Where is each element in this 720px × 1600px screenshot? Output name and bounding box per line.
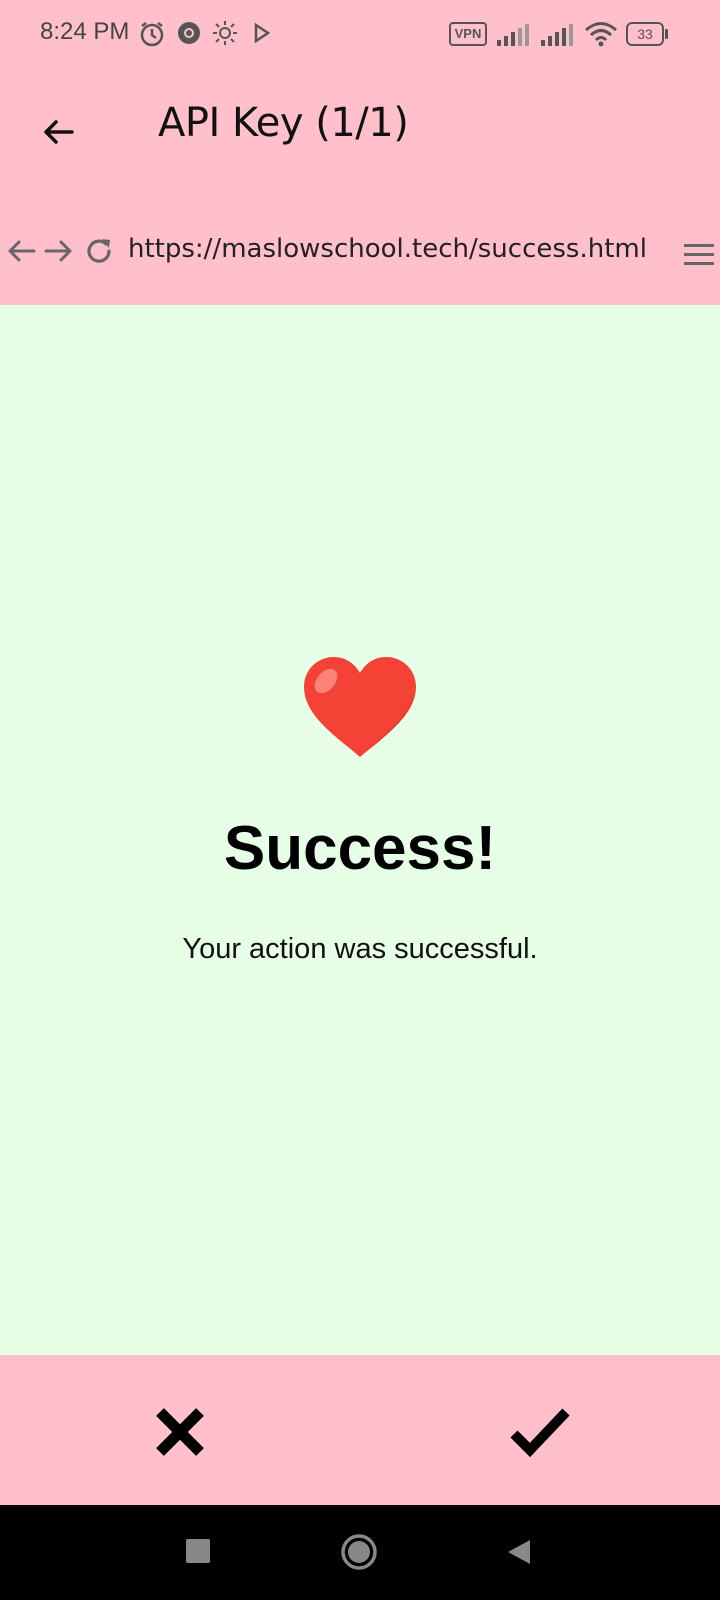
heart-icon: [304, 657, 416, 757]
close-icon[interactable]: [148, 1400, 212, 1464]
page-title: API Key (1/1): [158, 100, 409, 146]
brightness-icon: [213, 21, 237, 45]
vpn-label: VPN: [454, 26, 482, 41]
arrow-right-icon[interactable]: [42, 234, 76, 268]
url-field[interactable]: https://maslowschool.tech/success.html: [128, 234, 647, 264]
battery-level: 33: [637, 26, 653, 42]
wifi-icon: [585, 22, 617, 47]
success-heading: Success!: [223, 814, 497, 883]
arrow-left-icon[interactable]: [36, 110, 80, 154]
chrome-icon: [178, 22, 200, 44]
home-icon[interactable]: [340, 1533, 378, 1571]
system-nav-bar: [0, 1505, 720, 1600]
back-icon[interactable]: [504, 1537, 534, 1567]
web-content: Success! Your action was successful.: [0, 305, 720, 1355]
action-bar: [0, 1355, 720, 1505]
status-bar: 8:24 PM VPN 33: [0, 0, 720, 70]
menu-icon[interactable]: [682, 238, 716, 272]
status-time: 8:24 PM: [40, 18, 130, 45]
refresh-icon[interactable]: [82, 234, 116, 268]
vpn-icon: VPN: [449, 22, 487, 46]
alarm-icon: [140, 22, 164, 47]
battery-icon: 33: [626, 22, 668, 46]
signal-icon: [497, 24, 529, 46]
arrow-left-icon[interactable]: [4, 234, 38, 268]
browser-bar: https://maslowschool.tech/success.html: [0, 220, 720, 300]
play-icon: [254, 22, 271, 44]
success-message: Your action was successful.: [182, 933, 538, 965]
signal-icon: [541, 24, 573, 46]
app-bar: API Key (1/1): [0, 70, 720, 190]
check-icon[interactable]: [508, 1400, 572, 1464]
recent-apps-icon[interactable]: [184, 1537, 212, 1565]
